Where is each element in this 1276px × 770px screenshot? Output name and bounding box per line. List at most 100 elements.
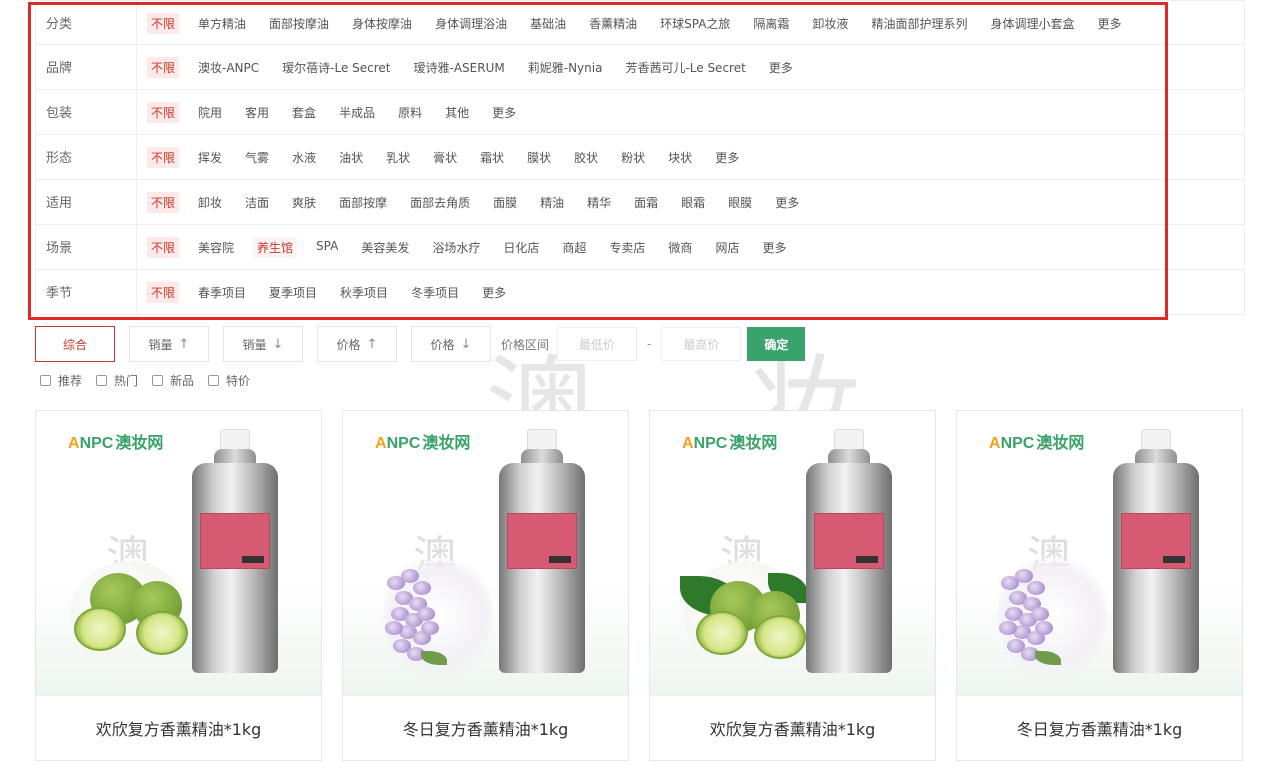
- filter-option[interactable]: 精油: [536, 192, 568, 213]
- filter-more-link[interactable]: 更多: [771, 192, 803, 213]
- filter-option[interactable]: 院用: [194, 102, 226, 123]
- product-card[interactable]: ANPC澳妆网澳 妆欢欣复方香薰精油*1kg: [35, 410, 322, 761]
- filter-option[interactable]: 身体按摩油: [348, 13, 416, 34]
- checkbox-box[interactable]: [152, 375, 164, 386]
- sort-sales-desc-button[interactable]: 销量 ↓: [223, 326, 303, 362]
- filter-more-link[interactable]: 更多: [478, 282, 510, 303]
- filter-option[interactable]: 身体调理浴油: [431, 13, 511, 34]
- filter-option[interactable]: 膏状: [429, 147, 461, 168]
- filter-option[interactable]: 专卖店: [605, 237, 649, 258]
- filter-option[interactable]: 微商: [664, 237, 696, 258]
- filter-option[interactable]: 基础油: [526, 13, 570, 34]
- filter-option[interactable]: 精油面部护理系列: [867, 13, 971, 34]
- sort-comprehensive-button[interactable]: 综合: [35, 326, 115, 362]
- filter-option[interactable]: 霜状: [476, 147, 508, 168]
- filter-option-any[interactable]: 不限: [147, 237, 180, 258]
- product-title[interactable]: 冬日复方香薰精油*1kg: [957, 696, 1242, 760]
- filter-option[interactable]: 粉状: [617, 147, 649, 168]
- filter-option[interactable]: 爽肤: [288, 192, 320, 213]
- filter-option-any[interactable]: 不限: [147, 57, 180, 78]
- tag-checkbox[interactable]: 推荐: [40, 372, 82, 389]
- filter-option-any[interactable]: 不限: [147, 13, 180, 34]
- filter-option[interactable]: 瑷尔蓓诗-Le Secret: [278, 57, 394, 78]
- filter-option[interactable]: 芳香茜可儿-Le Secret: [621, 57, 749, 78]
- filter-option[interactable]: 春季项目: [194, 282, 250, 303]
- filter-option[interactable]: 水液: [288, 147, 320, 168]
- filter-option[interactable]: 冬季项目: [407, 282, 463, 303]
- sort-price-asc-button[interactable]: 价格 ↑: [317, 326, 397, 362]
- filter-option[interactable]: 油状: [335, 147, 367, 168]
- product-title[interactable]: 冬日复方香薰精油*1kg: [343, 696, 628, 760]
- filter-option[interactable]: 洁面: [241, 192, 273, 213]
- filter-option[interactable]: 客用: [241, 102, 273, 123]
- checkbox-box[interactable]: [208, 375, 220, 386]
- filter-option[interactable]: 面部去角质: [406, 192, 474, 213]
- filter-option[interactable]: SPA: [312, 237, 342, 255]
- filter-option[interactable]: 气雾: [241, 147, 273, 168]
- product-card[interactable]: ANPC澳妆网澳 妆欢欣复方香薰精油*1kg: [649, 410, 936, 761]
- filter-option[interactable]: 美容美发: [357, 237, 413, 258]
- filter-option-any[interactable]: 不限: [147, 102, 180, 123]
- filter-option[interactable]: 商超: [558, 237, 590, 258]
- filter-more-link[interactable]: 更多: [758, 237, 790, 258]
- filter-option[interactable]: 莉妮雅-Nynia: [524, 57, 607, 78]
- product-title[interactable]: 欢欣复方香薰精油*1kg: [650, 696, 935, 760]
- sort-price-desc-button[interactable]: 价格 ↓: [411, 326, 491, 362]
- filter-option[interactable]: 面霜: [630, 192, 662, 213]
- checkbox-box[interactable]: [40, 375, 51, 386]
- filter-option[interactable]: 精华: [583, 192, 615, 213]
- product-card[interactable]: ANPC澳妆网澳 妆冬日复方香薰精油*1kg: [956, 410, 1243, 761]
- filter-more-link[interactable]: 更多: [1093, 13, 1125, 34]
- filter-option[interactable]: 面部按摩: [335, 192, 391, 213]
- filter-more-link[interactable]: 更多: [765, 57, 797, 78]
- filter-option[interactable]: 澳妆-ANPC: [194, 57, 263, 78]
- sort-sales-asc-button[interactable]: 销量 ↑: [129, 326, 209, 362]
- filter-option[interactable]: 隔离霜: [749, 13, 793, 34]
- filter-option[interactable]: 香薰精油: [585, 13, 641, 34]
- filter-option[interactable]: 眼膜: [724, 192, 756, 213]
- filter-option[interactable]: 浴场水疗: [428, 237, 484, 258]
- filter-option-any[interactable]: 不限: [147, 192, 180, 213]
- checkbox-box[interactable]: [96, 375, 108, 386]
- filter-option[interactable]: 其他: [441, 102, 473, 123]
- filter-option[interactable]: 原料: [394, 102, 426, 123]
- filter-option[interactable]: 卸妆: [194, 192, 226, 213]
- min-price-input[interactable]: 最低价: [557, 327, 638, 361]
- filter-option[interactable]: 夏季项目: [265, 282, 321, 303]
- filter-more-link[interactable]: 更多: [711, 147, 743, 168]
- product-image[interactable]: ANPC澳妆网澳 妆: [36, 411, 321, 696]
- filter-option[interactable]: 面膜: [489, 192, 521, 213]
- tag-checkbox[interactable]: 热门: [96, 372, 138, 389]
- confirm-price-button[interactable]: 确定: [747, 327, 806, 361]
- filter-option[interactable]: 瑷诗雅-ASERUM: [410, 57, 509, 78]
- filter-more-link[interactable]: 更多: [488, 102, 520, 123]
- filter-option[interactable]: 美容院: [194, 237, 238, 258]
- product-image[interactable]: ANPC澳妆网澳 妆: [650, 411, 935, 696]
- tag-checkbox[interactable]: 新品: [152, 372, 194, 389]
- filter-option[interactable]: 胶状: [570, 147, 602, 168]
- filter-option-any[interactable]: 不限: [147, 282, 180, 303]
- filter-option[interactable]: 养生馆: [253, 237, 298, 258]
- filter-option-any[interactable]: 不限: [147, 147, 180, 168]
- filter-option[interactable]: 面部按摩油: [265, 13, 333, 34]
- filter-option[interactable]: 挥发: [194, 147, 226, 168]
- product-card[interactable]: ANPC澳妆网澳 妆冬日复方香薰精油*1kg: [342, 410, 629, 761]
- filter-option[interactable]: 环球SPA之旅: [656, 13, 734, 34]
- filter-option[interactable]: 单方精油: [194, 13, 250, 34]
- filter-option[interactable]: 卸妆液: [808, 13, 852, 34]
- product-image[interactable]: ANPC澳妆网澳 妆: [343, 411, 628, 696]
- filter-option[interactable]: 块状: [664, 147, 696, 168]
- product-image[interactable]: ANPC澳妆网澳 妆: [957, 411, 1242, 696]
- product-title[interactable]: 欢欣复方香薰精油*1kg: [36, 696, 321, 760]
- filter-option[interactable]: 套盒: [288, 102, 320, 123]
- filter-option[interactable]: 日化店: [499, 237, 543, 258]
- filter-option[interactable]: 半成品: [335, 102, 379, 123]
- filter-option[interactable]: 眼霜: [677, 192, 709, 213]
- filter-option[interactable]: 身体调理小套盒: [986, 13, 1078, 34]
- tag-checkbox[interactable]: 特价: [208, 372, 250, 389]
- max-price-input[interactable]: 最高价: [661, 327, 742, 361]
- filter-option[interactable]: 乳状: [382, 147, 414, 168]
- filter-option[interactable]: 秋季项目: [336, 282, 392, 303]
- filter-option[interactable]: 网店: [711, 237, 743, 258]
- filter-option[interactable]: 膜状: [523, 147, 555, 168]
